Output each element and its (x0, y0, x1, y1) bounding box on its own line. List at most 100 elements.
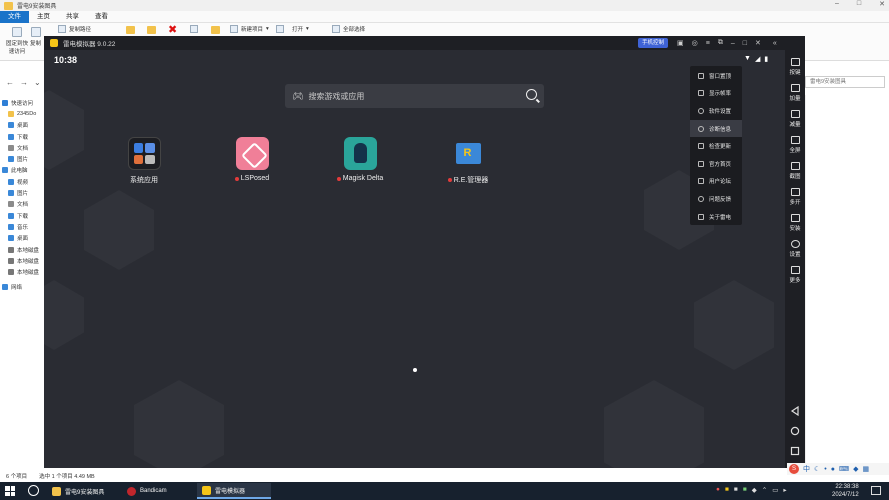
back-nav-icon[interactable] (790, 406, 800, 416)
close-button[interactable]: ✕ (755, 39, 761, 47)
phone-control-button[interactable]: 手机控制 (638, 38, 669, 48)
nav-item[interactable]: 图片 (0, 153, 44, 164)
search-icon[interactable] (28, 485, 39, 496)
open-button[interactable]: 打开 ▾ (292, 25, 309, 33)
window-icon[interactable]: ⧉ (718, 39, 723, 47)
nav-item[interactable]: 2345Do (0, 108, 44, 119)
microphone-icon[interactable]: ● (831, 466, 835, 473)
nav-item[interactable]: 文档 (0, 142, 44, 153)
volume-up-button[interactable]: 加量 (785, 84, 805, 102)
properties-icon[interactable] (276, 25, 284, 33)
tab-share[interactable]: 共享 (58, 11, 87, 23)
menu-item-forum[interactable]: 用户论坛 (690, 173, 742, 191)
punctuation-icon[interactable]: • (824, 466, 826, 473)
nav-item[interactable]: 图片 (0, 187, 44, 198)
home-nav-icon[interactable] (790, 426, 800, 436)
back-arrow-icon[interactable]: ← (6, 78, 14, 87)
android-screen[interactable]: 10:38 ▼ ◢ ▮ 🎮︎ 搜索游戏或应用 系统应用 LSPosed Magi… (44, 50, 785, 468)
chevron-up-icon[interactable]: ⌃ (762, 486, 767, 494)
tray-app-icon[interactable]: ■ (734, 486, 738, 494)
screenshot-button[interactable]: 截图 (785, 162, 805, 180)
taskbar-item-bandicam[interactable]: Bandicam (122, 483, 196, 499)
menu-item-homepage[interactable]: 官方首页 (690, 155, 742, 173)
volume-icon[interactable]: ▸ (783, 486, 786, 494)
multi-instance-button[interactable]: 多开 (785, 188, 805, 206)
taskbar-item-ldplayer[interactable]: 雷电模拟器 (197, 483, 271, 499)
menu-item-check-update[interactable]: 检查更新 (690, 137, 742, 155)
chevron-down-icon[interactable]: ⌄ (34, 78, 41, 87)
fullscreen-button[interactable]: 全屏 (785, 136, 805, 154)
skin-icon[interactable]: ◆ (853, 465, 858, 473)
maximize-button[interactable]: □ (743, 40, 747, 47)
menu-item-feedback[interactable]: 问题反馈 (690, 190, 742, 208)
menu-item-settings[interactable]: 软件设置 (690, 102, 742, 120)
forward-arrow-icon[interactable]: → (20, 78, 28, 87)
nav-item[interactable]: 文档 (0, 199, 44, 210)
user-icon[interactable]: ◎ (692, 39, 698, 47)
menu-item-show-fps[interactable]: 显示帧率 (690, 85, 742, 103)
nav-item-quick-access[interactable]: 快速访问 (0, 97, 44, 108)
ime-mode[interactable]: 中 (803, 464, 810, 474)
nav-item[interactable]: 本地磁盘 (0, 244, 44, 255)
nav-item[interactable]: 本地磁盘 (0, 266, 44, 277)
copy-to-icon[interactable] (147, 26, 156, 34)
nav-item-network[interactable]: 网络 (0, 282, 44, 293)
app-system-apps[interactable]: 系统应用 (109, 137, 179, 185)
menu-icon[interactable]: ≡ (706, 40, 710, 47)
collapse-sidebar-icon[interactable]: « (773, 40, 777, 47)
new-folder-icon[interactable] (211, 26, 220, 34)
tray-app-icon[interactable]: ■ (743, 486, 747, 494)
minimize-button[interactable]: – (731, 40, 735, 47)
app-lsposed[interactable]: LSPosed (217, 137, 287, 182)
nav-item[interactable]: 桌面 (0, 120, 44, 131)
tray-bandicam-icon[interactable]: ● (716, 486, 720, 494)
notification-icon[interactable] (871, 486, 881, 495)
nav-item[interactable]: 本地磁盘 (0, 255, 44, 266)
maximize-button[interactable]: □ (857, 0, 861, 8)
search-icon[interactable] (526, 89, 537, 100)
install-apk-button[interactable]: 安装 (785, 214, 805, 232)
nav-item-this-pc[interactable]: 此电脑 (0, 165, 44, 176)
select-all-button[interactable]: 全部选择 (332, 25, 365, 33)
minimize-button[interactable]: – (835, 0, 839, 8)
app-search-bar[interactable]: 🎮︎ 搜索游戏或应用 (285, 84, 544, 108)
sogou-logo-icon[interactable]: S (789, 464, 799, 474)
menu-item-pin-window[interactable]: 窗口置顶 (690, 67, 742, 85)
menu-item-diagnostics[interactable]: 诊断信息 (690, 119, 742, 138)
taskbar-item-explorer[interactable]: 雷电9安装图具 (47, 483, 121, 499)
close-button[interactable]: ✕ (879, 0, 885, 8)
recents-nav-icon[interactable] (790, 446, 800, 456)
tab-view[interactable]: 查看 (87, 11, 116, 23)
move-to-icon[interactable] (126, 26, 135, 34)
app-re-manager[interactable]: R.E.管理器 (433, 137, 503, 185)
new-item-button[interactable]: 新建项目 ▾ (230, 25, 269, 33)
tab-home[interactable]: 主页 (29, 11, 58, 23)
windows-start-icon[interactable] (5, 486, 15, 496)
settings-button[interactable]: 设置 (785, 240, 805, 258)
app-magisk-delta[interactable]: Magisk Delta (325, 137, 395, 182)
nav-item[interactable]: 视频 (0, 176, 44, 187)
copy-path-button[interactable]: 复制路径 (58, 25, 91, 33)
nav-item[interactable]: 桌面 (0, 233, 44, 244)
more-button[interactable]: 更多 (785, 266, 805, 284)
keyboard-icon[interactable]: ⌨ (839, 465, 849, 473)
tray-app-icon[interactable]: ◆ (752, 486, 757, 494)
moon-icon[interactable]: ☾ (814, 465, 820, 473)
rename-icon[interactable] (190, 25, 198, 33)
nav-item[interactable]: 音乐 (0, 221, 44, 232)
keymap-button[interactable]: 按键 (785, 58, 805, 76)
nav-item[interactable]: 下载 (0, 131, 44, 142)
taskbar-clock[interactable]: 22:38:38 2024/7/12 (832, 483, 859, 499)
tab-file[interactable]: 文件 (0, 10, 29, 23)
network-icon[interactable]: ▭ (772, 486, 778, 494)
search-input[interactable]: 雷电9安装图具 (805, 76, 885, 88)
copy-button[interactable]: 复制 (30, 27, 41, 47)
tray-ldplayer-icon[interactable]: ■ (725, 486, 729, 494)
grid-icon[interactable]: ▦ (862, 465, 869, 473)
delete-icon[interactable]: ✖ (168, 23, 177, 36)
pin-quick-access-button[interactable]: 固定到快 速访问 (4, 27, 30, 55)
gamepad-icon[interactable]: ▣ (677, 39, 684, 47)
menu-item-about[interactable]: 关于雷电 (690, 208, 742, 226)
nav-item[interactable]: 下载 (0, 210, 44, 221)
volume-down-button[interactable]: 减量 (785, 110, 805, 128)
